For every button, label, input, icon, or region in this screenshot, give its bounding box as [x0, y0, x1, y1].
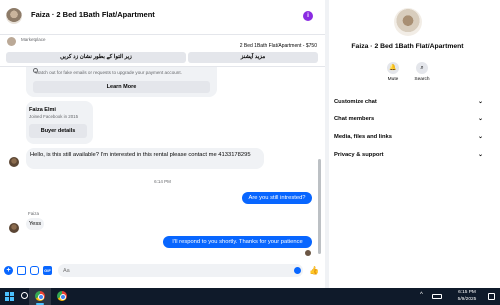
row-label: Chat members — [334, 116, 375, 122]
marketplace-label: Marketplace — [21, 37, 46, 42]
windows-start-icon[interactable] — [4, 291, 14, 301]
message-input[interactable] — [58, 264, 303, 277]
listing-avatar[interactable] — [6, 8, 22, 24]
battery-icon[interactable] — [432, 294, 442, 299]
chat-header: Faiza · 2 Bed 1Bath Flat/Apartment i — [0, 0, 325, 35]
search-label: Search — [414, 77, 430, 82]
buyer-joined-text: Joined Facebook in 2015 — [29, 114, 79, 119]
more-options-button[interactable]: مزید آپشنز — [188, 52, 318, 63]
chevron-down-icon: ⌄ — [477, 152, 483, 158]
taskbar-search-icon[interactable] — [21, 292, 28, 299]
row-label: Privacy & support — [334, 152, 384, 158]
mute-label: Mute — [387, 77, 399, 82]
chat-details-panel: Faiza · 2 Bed 1Bath Flat/Apartment 🔔 ⌕ M… — [329, 0, 500, 288]
image-icon[interactable] — [17, 266, 26, 275]
listing-title[interactable]: 2 Bed 1Bath Flat/Apartment - $750 — [240, 43, 317, 49]
taskbar: ^ 6:15 PM 5/9/2025 — [0, 288, 500, 305]
row-label: Media, files and links — [334, 134, 392, 140]
seen-receipt-avatar — [305, 250, 311, 256]
listing-photo[interactable] — [394, 8, 422, 36]
incoming-message[interactable]: Yess — [26, 218, 44, 230]
message-list: Watch out for fake emails or requests to… — [0, 67, 325, 260]
sender-name-label: Faiza — [28, 211, 40, 216]
safety-notice-text: Watch out for fake emails or requests to… — [35, 70, 182, 75]
safety-notice-card: Watch out for fake emails or requests to… — [26, 67, 217, 97]
clock-date[interactable]: 5/9/2025 — [452, 297, 482, 302]
tray-overflow-icon[interactable]: ^ — [420, 292, 423, 298]
row-label: Customize chat — [334, 99, 377, 105]
clock-time[interactable]: 6:15 PM — [452, 290, 482, 295]
chat-panel: Faiza · 2 Bed 1Bath Flat/Apartment i Mar… — [0, 0, 325, 288]
buyer-details-button[interactable]: Buyer details — [29, 124, 87, 138]
sender-avatar[interactable] — [9, 223, 19, 233]
active-app-indicator — [36, 303, 44, 305]
sticker-icon[interactable] — [30, 266, 39, 275]
message-composer: + GIF 👍 — [0, 260, 325, 280]
gif-icon[interactable]: GIF — [43, 266, 52, 275]
emoji-icon[interactable] — [294, 267, 301, 274]
chevron-down-icon: ⌄ — [477, 134, 483, 140]
learn-more-button[interactable]: Learn More — [33, 81, 210, 93]
chrome-icon[interactable] — [57, 291, 67, 301]
info-icon[interactable]: i — [303, 11, 313, 21]
scrollbar-thumb[interactable] — [318, 159, 321, 254]
chat-title[interactable]: Faiza · 2 Bed 1Bath Flat/Apartment — [31, 10, 155, 19]
chat-members-row[interactable]: Chat members ⌄ — [334, 113, 486, 125]
marketplace-thumbnail — [7, 37, 16, 46]
like-icon[interactable]: 👍 — [309, 266, 319, 275]
chrome-icon[interactable] — [35, 291, 45, 301]
notification-icon[interactable] — [488, 293, 495, 300]
outgoing-message[interactable]: I'll respond to you shortly. Thanks for … — [163, 236, 312, 248]
bell-icon[interactable]: 🔔 — [387, 62, 399, 74]
chevron-down-icon: ⌄ — [477, 116, 483, 122]
outgoing-message[interactable]: Are you still intrested? — [242, 192, 312, 204]
plus-icon[interactable]: + — [4, 266, 13, 275]
chevron-down-icon: ⌄ — [477, 99, 483, 105]
privacy-support-row[interactable]: Privacy & support ⌄ — [334, 149, 486, 161]
details-title: Faiza · 2 Bed 1Bath Flat/Apartment — [351, 43, 464, 50]
mark-pending-button[interactable]: زیر التوا کے بطور نشان زد کریں — [6, 52, 186, 63]
search-icon[interactable]: ⌕ — [416, 62, 428, 74]
media-files-links-row[interactable]: Media, files and links ⌄ — [334, 131, 486, 143]
sender-avatar[interactable] — [9, 157, 19, 167]
marketplace-bar: Marketplace 2 Bed 1Bath Flat/Apartment -… — [0, 35, 325, 67]
buyer-profile-card: Faiza Elmi Joined Facebook in 2015 Buyer… — [26, 101, 93, 144]
buyer-name[interactable]: Faiza Elmi — [29, 107, 56, 113]
message-timestamp: 6:14 PM — [154, 179, 171, 184]
incoming-message[interactable]: Hello, is this still available? I'm inte… — [26, 148, 264, 169]
customize-chat-row[interactable]: Customize chat ⌄ — [334, 96, 486, 108]
